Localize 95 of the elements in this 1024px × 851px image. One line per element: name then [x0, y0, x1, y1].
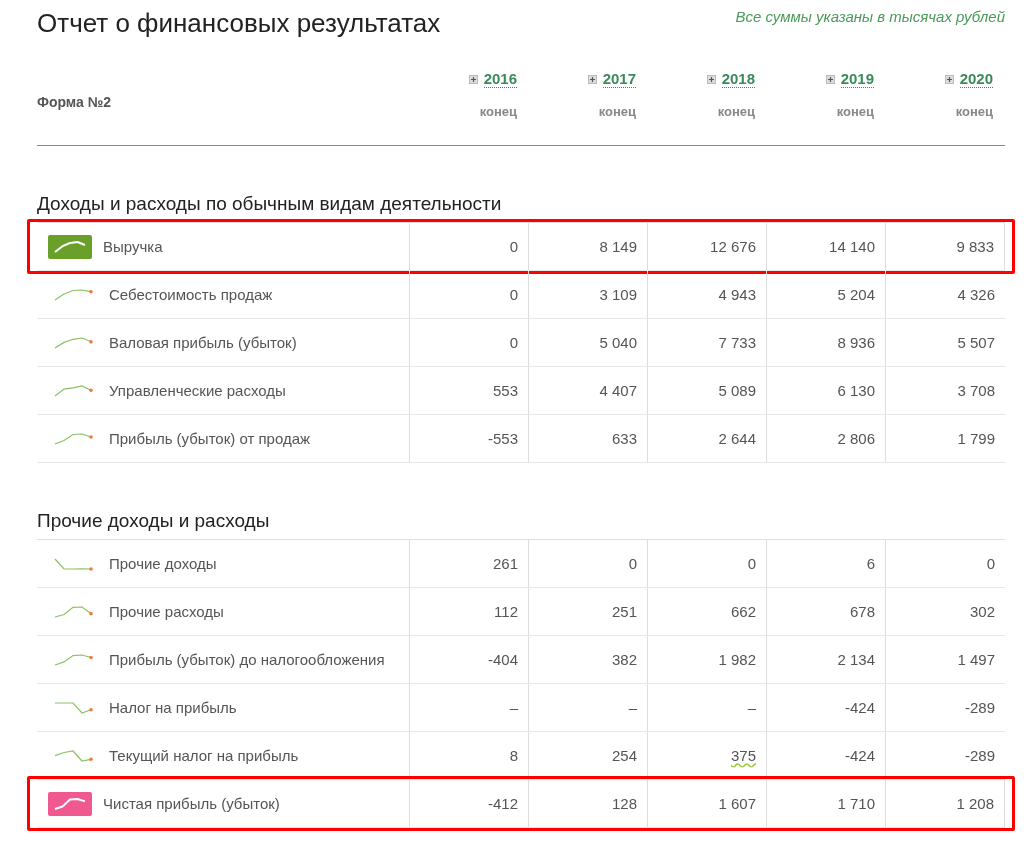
year-link[interactable]: 2018: [721, 70, 755, 88]
value-cell-text: –: [747, 699, 756, 718]
value-cell-text: 382: [611, 651, 637, 670]
value-cell-text: 6 130: [837, 382, 875, 401]
period-label: конец: [717, 104, 755, 119]
period-label: конец: [598, 104, 636, 119]
value-cell-text: 0: [509, 238, 518, 257]
sparkline-icon: [53, 431, 93, 446]
value-cell-text: -412: [487, 795, 518, 814]
value-cell-text: 678: [849, 603, 875, 622]
sparkline-icon: [53, 335, 93, 350]
year-link[interactable]: 2017: [602, 70, 636, 88]
row-label: Чистая прибыль (убыток): [103, 795, 280, 812]
row-label: Управленческие расходы: [109, 382, 286, 399]
value-cell-text: -424: [844, 699, 875, 718]
value-cell-text: 112: [494, 603, 518, 622]
value-cell-text: 0: [628, 555, 637, 574]
value-cell-text: 12 676: [710, 238, 756, 257]
value-cell-text: -289: [964, 699, 995, 718]
value-cell-text: 4 407: [599, 382, 637, 401]
row-label: Прибыль (убыток) от продаж: [109, 430, 311, 447]
row-label: Прочие расходы: [109, 603, 224, 620]
value-cell-text: 251: [611, 603, 637, 622]
value-cell-text: 1 607: [718, 795, 756, 814]
value-cell-text: –: [509, 699, 518, 718]
value-cell-text: -553: [487, 430, 518, 449]
value-cell-text: 2 644: [718, 430, 756, 449]
value-cell-text: 6: [866, 555, 875, 574]
value-cell-text: 1 799: [957, 430, 995, 449]
value-cell-text: 1 710: [837, 795, 875, 814]
value-cell-text: 3 708: [957, 382, 995, 401]
value-cell-text: 5 040: [599, 334, 637, 353]
sparkline-icon: [53, 383, 93, 398]
sparkline-icon: [53, 604, 93, 619]
row-label: Прочие доходы: [109, 555, 217, 572]
value-cell-text: 7 733: [718, 334, 756, 353]
row-label: Валовая прибыль (убыток): [109, 334, 297, 351]
value-cell-text: 14 140: [829, 238, 875, 257]
value-cell-text: 8: [509, 747, 518, 766]
sparkline-icon: [53, 700, 93, 715]
value-cell-text: 3 109: [599, 286, 637, 305]
value-cell-text: 128: [611, 795, 637, 814]
value-cell-text: 5 507: [957, 334, 995, 353]
value-cell-text: 254: [611, 747, 637, 766]
expand-icon[interactable]: [944, 74, 954, 84]
section-title: Прочие доходы и расходы: [37, 510, 271, 533]
period-label: конец: [955, 104, 993, 119]
currency-note: Все суммы указаны в тысячах рублей: [735, 8, 1005, 25]
page-title: Отчет о финансовых результатах: [37, 8, 441, 40]
year-link[interactable]: 2019: [840, 70, 874, 88]
value-cell-text: 9 833: [956, 238, 994, 257]
row-label: Налог на прибыль: [109, 699, 237, 716]
value-cell-text: 0: [747, 555, 756, 574]
value-cell-text: 302: [969, 603, 995, 622]
year-link[interactable]: 2016: [483, 70, 517, 88]
sparkline-icon: [53, 652, 93, 667]
period-label: конец: [836, 104, 874, 119]
value-cell-text: -424: [844, 747, 875, 766]
row-label: Прибыль (убыток) до налогообложения: [109, 651, 385, 668]
value-cell-text: 1 982: [718, 651, 756, 670]
value-cell-text: 2 134: [837, 651, 875, 670]
value-cell-text: 0: [509, 334, 518, 353]
value-cell-text: 1 497: [957, 651, 995, 670]
form-label: Форма №2: [37, 93, 113, 112]
value-cell-text: 0: [986, 555, 995, 574]
value-cell-text: 4 943: [718, 286, 756, 305]
expand-icon[interactable]: [587, 74, 597, 84]
value-cell-text: 633: [611, 430, 637, 449]
value-cell-text: 2 806: [837, 430, 875, 449]
period-label: конец: [479, 104, 517, 119]
row-label: Себестоимость продаж: [109, 286, 273, 303]
sparkline-icon: [53, 287, 93, 302]
value-cell-text: 553: [492, 382, 518, 401]
value-cell-text: 261: [492, 555, 518, 574]
sparkline-icon: [53, 556, 93, 571]
value-cell-text: -289: [964, 747, 995, 766]
value-cell-text: 8 149: [599, 238, 637, 257]
value-cell-text: 375: [730, 747, 756, 766]
value-cell-text: 5 089: [718, 382, 756, 401]
value-cell-text: 1 208: [956, 795, 994, 814]
value-cell-text: –: [628, 699, 637, 718]
value-cell-text: 8 936: [837, 334, 875, 353]
value-cell-text: 0: [509, 286, 518, 305]
year-link[interactable]: 2020: [959, 70, 993, 88]
sparkline-icon: [53, 748, 93, 763]
value-cell-text: 4 326: [957, 286, 995, 305]
row-label: Текущий налог на прибыль: [109, 747, 299, 764]
section-title: Доходы и расходы по обычным видам деятельности: [37, 193, 503, 216]
value-cell-text: -404: [487, 651, 518, 670]
value-cell-text: 5 204: [837, 286, 875, 305]
expand-icon[interactable]: [468, 74, 478, 84]
expand-icon[interactable]: [825, 74, 835, 84]
value-cell-text: 662: [730, 603, 756, 622]
expand-icon[interactable]: [706, 74, 716, 84]
row-label: Выручка: [103, 238, 163, 255]
